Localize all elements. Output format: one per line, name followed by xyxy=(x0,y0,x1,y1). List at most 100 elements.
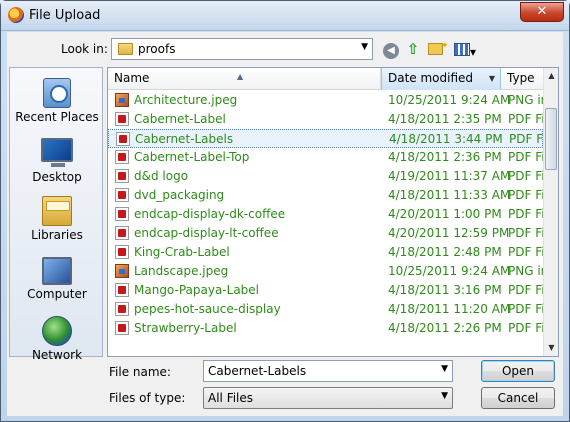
places-bar: Recent Places Desktop Libraries Computer… xyxy=(9,67,104,362)
place-label: Recent Places xyxy=(15,110,99,124)
new-folder-icon xyxy=(427,36,448,56)
date-modified-cell: 4/18/2011 2:26 PM xyxy=(388,321,502,335)
date-modified-cell: 4/19/2011 11:37 AM xyxy=(388,169,511,183)
file-name-cell: Cabernet-Label xyxy=(134,112,226,126)
folder-icon xyxy=(118,43,133,55)
file-row[interactable]: King-Crab-Label 4/18/2011 2:48 PM PDF Fil xyxy=(108,243,548,262)
column-header-date-modified[interactable]: Date modified ▼ xyxy=(381,68,501,90)
file-row[interactable]: Strawberry-Label 4/18/2011 2:26 PM PDF Fil xyxy=(108,319,548,338)
file-row[interactable]: pepes-hot-sauce-display 4/18/2011 11:20 A… xyxy=(108,300,548,319)
file-name-cell: Mango-Papaya-Label xyxy=(134,283,260,297)
up-folder-icon: ⇧ xyxy=(406,40,420,58)
scroll-down-button[interactable]: ▼ xyxy=(544,340,558,356)
chevron-down-icon: ▾ xyxy=(469,45,477,59)
date-modified-cell: 4/18/2011 11:33 AM xyxy=(388,188,511,202)
title-bar[interactable]: File Upload ✕ xyxy=(1,1,569,31)
network-icon xyxy=(42,316,72,346)
place-libraries[interactable]: Libraries xyxy=(10,196,104,242)
file-name-input[interactable]: Cabernet-Labels ▼ xyxy=(203,360,453,382)
file-type-cell: PDF Fil xyxy=(508,169,548,183)
date-modified-cell: 4/18/2011 2:48 PM xyxy=(388,245,502,259)
date-modified-cell: 4/18/2011 2:36 PM xyxy=(388,150,502,164)
column-header-name[interactable]: Name ▲ xyxy=(108,68,381,90)
place-computer[interactable]: Computer xyxy=(10,257,104,301)
file-type-cell: PDF Fil xyxy=(508,302,548,316)
file-name-cell: endcap-display-dk-coffee xyxy=(134,207,286,221)
file-name-cell: Strawberry-Label xyxy=(134,321,237,335)
files-of-type-label: Files of type: xyxy=(109,391,186,405)
date-modified-cell: 4/18/2011 3:44 PM xyxy=(389,132,503,146)
column-label: Date modified xyxy=(388,71,474,85)
file-type-cell: PDF Fil xyxy=(508,245,548,259)
scroll-thumb[interactable] xyxy=(545,108,557,170)
file-name-cell: Cabernet-Labels xyxy=(135,132,234,146)
place-label: Network xyxy=(31,348,83,362)
files-of-type-value: All Files xyxy=(208,391,254,405)
look-in-label: Look in: xyxy=(61,42,108,56)
up-one-level-button[interactable]: ⇧ xyxy=(403,39,423,59)
file-type-cell: PDF Fil xyxy=(508,283,548,297)
view-details-icon xyxy=(453,43,470,56)
computer-icon xyxy=(42,257,72,285)
pdf-file-icon xyxy=(115,321,129,335)
file-row[interactable]: Landscape.jpeg 10/25/2011 9:24 AM PNG im xyxy=(108,262,552,281)
pdf-file-icon xyxy=(115,169,129,183)
recent-places-icon xyxy=(43,78,71,108)
place-network[interactable]: Network xyxy=(10,316,104,362)
file-row[interactable]: Mango-Papaya-Label 4/18/2011 3:16 PM PDF F… xyxy=(108,281,548,300)
file-row[interactable]: Cabernet-Labels 4/18/2011 3:44 PM PDF Fil xyxy=(108,129,549,148)
file-name-value: Cabernet-Labels xyxy=(208,364,307,378)
file-list[interactable]: Name ▲ Date modified ▼ Type Architecture… xyxy=(107,67,559,357)
file-row[interactable]: Cabernet-Label 4/18/2011 2:35 PM PDF Fil xyxy=(108,110,548,129)
place-label: Computer xyxy=(27,287,87,301)
place-label: Libraries xyxy=(31,228,83,242)
create-new-folder-button[interactable] xyxy=(425,36,448,59)
window-title: File Upload xyxy=(29,8,101,23)
close-button[interactable]: ✕ xyxy=(520,2,564,22)
view-menu-button[interactable]: ▾ xyxy=(451,39,479,59)
file-row[interactable]: Cabernet-Label-Top 4/18/2011 2:36 PM PDF F… xyxy=(108,148,548,167)
file-upload-dialog: File Upload ✕ Look in: proofs ▼ ◀ ⇧ ▾ Re… xyxy=(0,0,570,422)
file-name-cell: Architecture.jpeg xyxy=(134,93,238,107)
chevron-down-icon[interactable]: ▼ xyxy=(489,68,495,89)
place-desktop[interactable]: Desktop xyxy=(10,138,104,184)
scroll-up-button[interactable]: ▲ xyxy=(544,68,558,84)
date-modified-cell: 4/20/2011 1:00 PM xyxy=(388,207,502,221)
date-modified-cell: 4/18/2011 2:35 PM xyxy=(388,112,502,126)
date-modified-cell: 10/25/2011 9:24 AM xyxy=(388,264,511,278)
file-type-cell: PDF Fil xyxy=(508,188,548,202)
column-header-type[interactable]: Type xyxy=(501,68,545,90)
file-name-cell: King-Crab-Label xyxy=(134,245,230,259)
close-icon: ✕ xyxy=(536,4,548,19)
column-label: Name xyxy=(114,71,150,85)
open-button[interactable]: Open xyxy=(481,360,555,382)
place-recent-places[interactable]: Recent Places xyxy=(10,78,104,124)
back-button[interactable]: ◀ xyxy=(381,39,401,59)
file-name-cell: Cabernet-Label-Top xyxy=(134,150,250,164)
file-name-cell: Landscape.jpeg xyxy=(134,264,229,278)
chevron-down-icon[interactable]: ▼ xyxy=(441,364,448,374)
pdf-file-icon xyxy=(115,302,129,316)
file-name-label: File name: xyxy=(109,365,171,379)
date-modified-cell: 10/25/2011 9:24 AM xyxy=(388,93,511,107)
cancel-button[interactable]: Cancel xyxy=(481,387,555,409)
pdf-file-icon xyxy=(115,207,129,221)
vertical-scrollbar[interactable]: ▲ ▼ xyxy=(543,68,558,356)
file-row[interactable]: endcap-display-lt-coffee 4/20/2011 12:59 … xyxy=(108,224,548,243)
file-row[interactable]: dvd_packaging 4/18/2011 11:33 AM PDF Fil xyxy=(108,186,548,205)
dialog-body: Look in: proofs ▼ ◀ ⇧ ▾ Recent Places De… xyxy=(7,32,563,416)
chevron-down-icon: ▼ xyxy=(361,42,368,52)
image-file-icon xyxy=(115,264,129,278)
file-row[interactable]: Architecture.jpeg 10/25/2011 9:24 AM PNG i… xyxy=(108,91,552,110)
sort-ascending-icon: ▲ xyxy=(237,72,244,81)
files-of-type-select[interactable]: All Files ▼ xyxy=(203,387,453,409)
file-type-cell: PDF Fil xyxy=(508,226,548,240)
date-modified-cell: 4/20/2011 12:59 PM xyxy=(388,226,510,240)
pdf-file-icon xyxy=(115,245,129,259)
file-row[interactable]: d&d logo 4/19/2011 11:37 AM PDF Fil xyxy=(108,167,548,186)
file-row[interactable]: endcap-display-dk-coffee 4/20/2011 1:00 P… xyxy=(108,205,548,224)
column-header-row: Name ▲ Date modified ▼ Type xyxy=(108,68,543,90)
look-in-dropdown[interactable]: proofs ▼ xyxy=(111,38,373,60)
pdf-file-icon xyxy=(115,188,129,202)
place-label: Desktop xyxy=(32,170,82,184)
